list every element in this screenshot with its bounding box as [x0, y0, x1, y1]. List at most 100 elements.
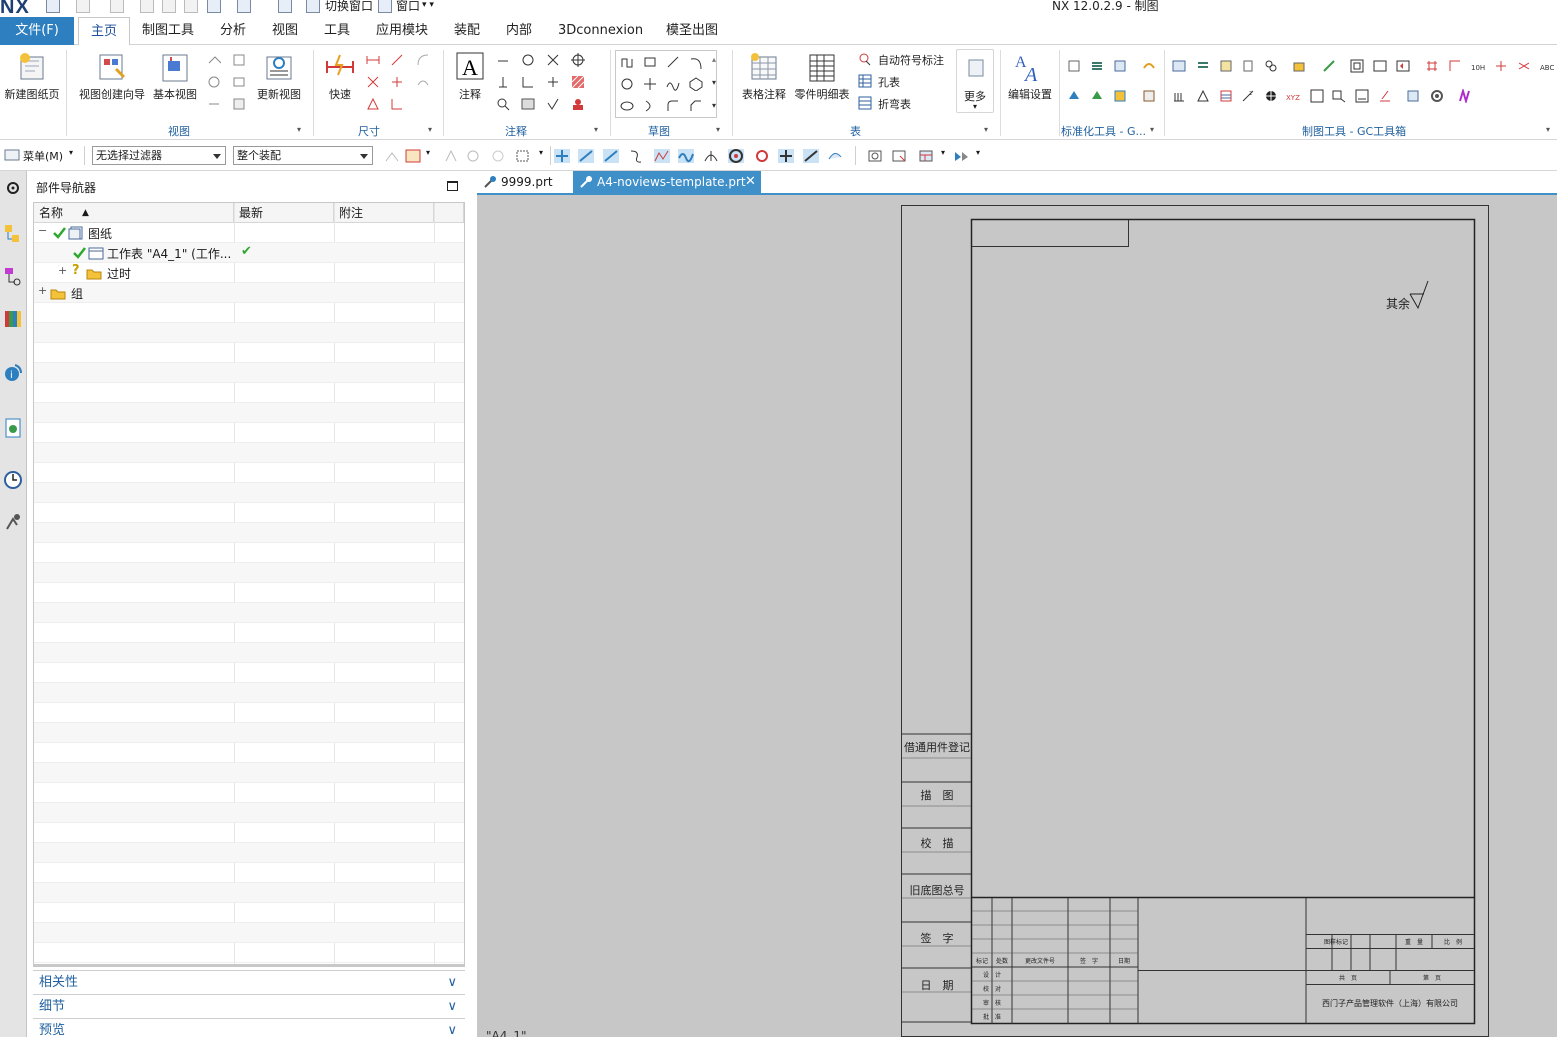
tree-row-outdated[interactable]: + ? 过时	[34, 263, 464, 283]
group-gc-toolbox-more-icon[interactable]: ▾	[1546, 125, 1550, 134]
image-icon[interactable]	[521, 97, 535, 111]
std-tool-6-icon[interactable]	[1090, 89, 1104, 103]
section-view-icon[interactable]	[232, 53, 246, 67]
gc-tool-10-icon[interactable]	[1396, 59, 1410, 73]
edit-settings-button[interactable]: AA 编辑设置	[1006, 51, 1054, 102]
expand-icon[interactable]: +	[58, 264, 67, 277]
polygon-icon[interactable]	[689, 77, 703, 91]
gc-tool-7-icon[interactable]	[1322, 59, 1336, 73]
group-sketch-more-icon[interactable]: ▾	[716, 125, 720, 134]
snap-midpoint-icon[interactable]	[578, 149, 594, 163]
window-menu-button[interactable]: 窗口	[396, 0, 420, 14]
bend-table-button[interactable]: 折弯表	[878, 96, 911, 112]
gc-tool-17-icon[interactable]	[1172, 89, 1186, 103]
display-sheet-icon[interactable]	[891, 149, 907, 163]
type-filter-dropdown-icon[interactable]: ▾	[426, 148, 430, 157]
parts-list-button[interactable]: 零件明细表	[792, 51, 852, 102]
new-sheet-button[interactable]: 新建图纸页	[4, 51, 60, 102]
update-view-button[interactable]: 更新视图	[254, 51, 304, 102]
repeat-command-icon[interactable]	[207, 0, 221, 13]
panel-preview[interactable]: 预览 ∨	[33, 1018, 465, 1037]
gc-tool-9-icon[interactable]	[1373, 59, 1387, 73]
switch-window-button[interactable]: 切换窗口	[325, 0, 373, 14]
arc-length-dimension-icon[interactable]	[416, 75, 430, 89]
select-chain-icon[interactable]	[465, 149, 481, 163]
selection-scope-select[interactable]: 整个装配	[233, 146, 373, 165]
document-tab-template[interactable]: A4-noviews-template.prt ✕	[573, 171, 761, 193]
tab-analysis[interactable]: 分析	[220, 17, 246, 45]
rapid-dimension-button[interactable]: 快速	[320, 51, 360, 102]
cut-icon[interactable]	[140, 0, 154, 13]
group-table-more-icon[interactable]: ▾	[984, 125, 988, 134]
snap-on-curve-icon[interactable]	[678, 149, 694, 163]
zoom-fit-icon[interactable]	[867, 149, 883, 163]
auto-balloon-button[interactable]: 自动符号标注	[878, 52, 944, 68]
group-view-more-icon[interactable]: ▾	[297, 125, 301, 134]
snap-quadrant-icon[interactable]	[754, 149, 770, 163]
sketch-gallery-scroll-down-icon[interactable]: ▾	[712, 78, 716, 87]
gc-tool-14-icon[interactable]	[1494, 59, 1508, 73]
close-icon[interactable]: ✕	[745, 171, 756, 193]
feature-control-frame-icon[interactable]	[496, 53, 510, 67]
expand-icon[interactable]: +	[38, 284, 47, 297]
linear-dimension-icon[interactable]	[366, 53, 380, 67]
gc-tool-18-icon[interactable]	[1196, 89, 1210, 103]
process-studio-icon[interactable]	[3, 511, 23, 533]
balloon-icon[interactable]	[521, 53, 535, 67]
column-header-name[interactable]: 名称 ▲	[34, 203, 234, 223]
redo-icon[interactable]	[110, 0, 124, 13]
tab-internal[interactable]: 内部	[506, 17, 532, 45]
chamfer-icon[interactable]	[689, 99, 703, 113]
gc-tool-19-icon[interactable]	[1219, 89, 1233, 103]
ellipse-icon[interactable]	[620, 99, 634, 113]
line-icon[interactable]	[666, 55, 680, 69]
std-tool-5-icon[interactable]	[1067, 89, 1081, 103]
angular-dimension-icon[interactable]	[416, 53, 430, 67]
gc-tool-1-icon[interactable]	[1172, 59, 1186, 73]
view-alignment-icon[interactable]	[207, 97, 221, 111]
gc-tool-20-icon[interactable]: z	[1241, 89, 1255, 103]
reuse-library-icon[interactable]	[3, 307, 23, 329]
weld-symbol-icon[interactable]	[546, 75, 560, 89]
gc-tool-26-icon[interactable]	[1378, 89, 1392, 103]
bend-table-icon[interactable]	[858, 96, 872, 110]
gc-tool-8-icon[interactable]	[1350, 59, 1364, 73]
tab-home[interactable]: 主页	[78, 17, 131, 46]
customize-icon[interactable]	[278, 0, 292, 13]
snap-control-point-icon[interactable]	[603, 149, 619, 163]
std-tool-4-icon[interactable]	[1142, 59, 1156, 73]
break-view-icon[interactable]	[232, 75, 246, 89]
save-icon[interactable]	[46, 0, 60, 13]
gc-tool-3-icon[interactable]	[1219, 59, 1233, 73]
touch-mode-icon[interactable]	[237, 0, 251, 13]
settings-icon[interactable]	[3, 177, 23, 199]
type-filter-icon[interactable]	[405, 149, 421, 163]
sketch-gallery-scroll-up-icon[interactable]: ▴	[712, 55, 716, 64]
graphics-window[interactable]: 其余 借通用件登记 描 图 校 描 旧底图总号 签 字 日 期 标记 处数 更改…	[477, 195, 1557, 1037]
constraint-navigator-icon[interactable]	[3, 265, 23, 287]
layout-dropdown-icon[interactable]: ▾	[941, 148, 945, 157]
window-dropdown-icon[interactable]: ▾ ▾	[422, 0, 434, 10]
hole-table-button[interactable]: 孔表	[878, 74, 900, 90]
tabular-note-button[interactable]: 表格注释	[738, 51, 790, 102]
arc-icon[interactable]	[689, 55, 703, 69]
perimeter-dimension-icon[interactable]	[366, 97, 380, 111]
snap-intersection-icon[interactable]	[654, 149, 670, 163]
menu-button[interactable]: 菜单(M)	[23, 148, 63, 164]
center-mark-icon[interactable]	[571, 53, 585, 67]
std-tool-7-icon[interactable]	[1113, 89, 1127, 103]
gc-tool-25-icon[interactable]	[1355, 89, 1369, 103]
tab-assembly[interactable]: 装配	[454, 17, 480, 45]
snap-point-on-curve-icon[interactable]	[803, 149, 819, 163]
snap-arc-center-icon[interactable]	[728, 149, 744, 163]
splitter[interactable]	[33, 964, 465, 967]
copy-icon[interactable]	[162, 0, 176, 13]
tree-row-drawing[interactable]: − 图纸	[34, 223, 464, 243]
conic-icon[interactable]	[643, 99, 657, 113]
gc-tool-27-icon[interactable]	[1406, 89, 1420, 103]
panel-details[interactable]: 细节 ∨	[33, 994, 465, 1017]
column-header-extra[interactable]	[434, 203, 464, 223]
gc-tool-21-icon[interactable]	[1264, 89, 1278, 103]
tab-mosheng-drawing[interactable]: 模圣出图	[666, 17, 718, 45]
target-point-icon[interactable]	[571, 97, 585, 111]
